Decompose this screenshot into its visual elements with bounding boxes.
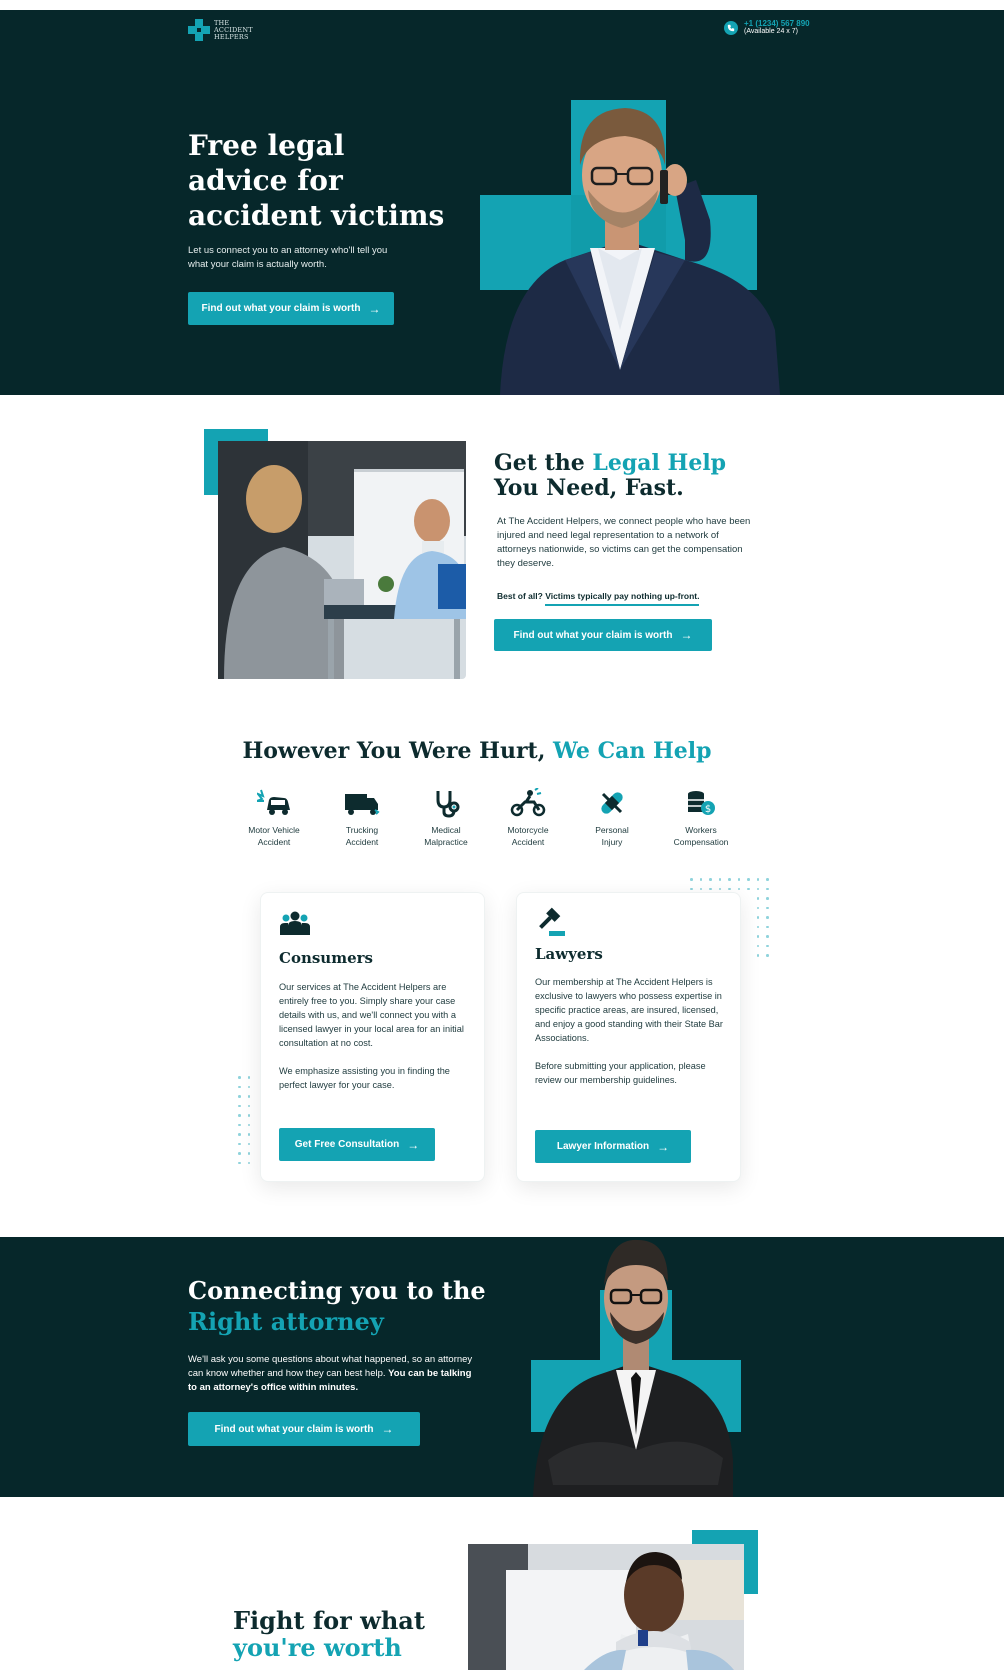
consumers-title: Consumers [279, 949, 373, 967]
injured-client-image [468, 1530, 758, 1670]
fight-title: Fight for what you're worth [233, 1606, 425, 1662]
category-label: Personal Injury [595, 825, 629, 847]
category-label: Motorcycle Accident [507, 825, 549, 847]
legal-help-section: Get the Legal Help You Need, Fast. At Th… [0, 395, 1004, 715]
help-title: Get the Legal Help You Need, Fast. [494, 450, 727, 501]
arrow-right-icon: → [407, 1137, 420, 1152]
phone-number[interactable]: +1 (1234) 567 890 [744, 19, 810, 28]
decorative-dots-left [238, 1076, 250, 1164]
lawyers-body: Our membership at The Accident Helpers i… [535, 977, 723, 1085]
hero-cta-label: Find out what your claim is worth [201, 303, 361, 314]
hero-subtitle: Let us connect you to an attorney who'll… [188, 245, 388, 270]
attorney-portrait-image [531, 1239, 741, 1497]
lawyer-information-button[interactable]: Lawyer Information → [535, 1130, 691, 1163]
gavel-icon [539, 907, 565, 936]
help-cta-button[interactable]: Find out what your claim is worth → [494, 619, 712, 651]
consumers-body: Our services at The Accident Helpers are… [279, 982, 464, 1090]
category-personal-injury[interactable]: Personal Injury [572, 788, 652, 848]
category-label: Medical Malpractice [424, 825, 468, 847]
coins-icon: $ [688, 791, 715, 815]
category-label: Trucking Accident [345, 825, 379, 847]
logo-cross-icon [188, 19, 210, 41]
logo-text: THE ACCIDENT HELPERS [214, 18, 253, 41]
hero-cta-button[interactable]: Find out what your claim is worth → [188, 292, 394, 325]
category-motor-vehicle[interactable]: Motor Vehicle Accident [234, 788, 314, 848]
hurt-section-title: However You Were Hurt, We Can Help [242, 738, 712, 764]
help-body: At The Accident Helpers, we connect peop… [497, 516, 751, 569]
help-note-highlight: Victims typically pay nothing up-front. [545, 591, 700, 606]
category-medical[interactable]: Medical Malpractice [406, 788, 486, 848]
phone-icon [724, 20, 738, 35]
logo[interactable]: THE ACCIDENT HELPERS [188, 19, 253, 41]
lawyers-card: Lawyers Our membership at The Accident H… [516, 892, 741, 1182]
category-label: Workers Compensation [673, 825, 729, 847]
phone-availability: (Available 24 x 7) [744, 28, 798, 35]
connect-cta-button[interactable]: Find out what your claim is worth → [188, 1412, 420, 1446]
category-label: Motor Vehicle Accident [248, 825, 300, 847]
motorcycle-icon [510, 788, 546, 817]
category-trucking[interactable]: Trucking Accident [322, 788, 402, 848]
category-motorcycle[interactable]: Motorcycle Accident [488, 788, 568, 848]
people-group-icon [280, 911, 310, 935]
free-consultation-label: Get Free Consultation [294, 1139, 400, 1150]
lawyer-information-label: Lawyer Information [556, 1141, 650, 1152]
hero-lawyer-image [480, 100, 780, 395]
car-crash-icon [257, 789, 290, 815]
help-cta-label: Find out what your claim is worth [513, 629, 673, 641]
hero-title: Free legal advice for accident victims [188, 129, 445, 232]
category-workers-comp[interactable]: $ Workers Compensation [661, 788, 741, 848]
lawyers-title: Lawyers [535, 945, 603, 963]
arrow-right-icon: → [381, 1422, 394, 1436]
stethoscope-icon [436, 791, 460, 818]
help-note: Best of all? Victims typically pay nothi… [497, 591, 700, 606]
truck-icon [345, 794, 380, 815]
svg-text:$: $ [705, 804, 711, 815]
consumers-card: Consumers Our services at The Accident H… [260, 892, 485, 1182]
free-consultation-button[interactable]: Get Free Consultation → [279, 1128, 435, 1161]
office-meeting-image [204, 429, 466, 679]
connect-cta-label: Find out what your claim is worth [214, 1423, 374, 1435]
arrow-right-icon: → [680, 628, 693, 642]
hero-section: THE ACCIDENT HELPERS +1 (1234) 567 890 (… [0, 10, 1004, 395]
connect-section: Connecting you to the Right attorney We'… [0, 1237, 1004, 1497]
connect-title: Connecting you to the Right attorney [188, 1276, 486, 1336]
connect-body: We'll ask you some questions about what … [188, 1354, 473, 1393]
arrow-right-icon: → [368, 301, 381, 316]
bandage-icon [601, 792, 623, 814]
phone-contact[interactable]: +1 (1234) 567 890 (Available 24 x 7) [724, 19, 810, 36]
arrow-right-icon: → [657, 1139, 670, 1154]
